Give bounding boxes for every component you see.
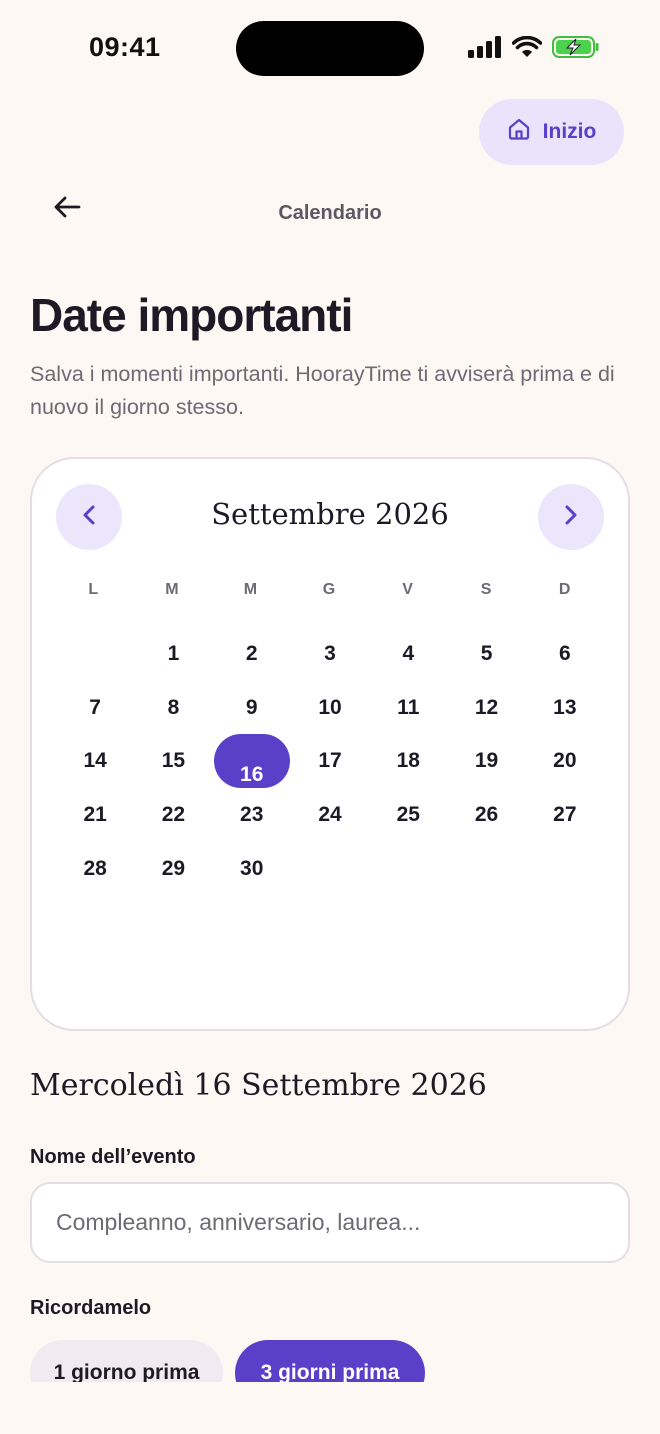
calendar-day[interactable]: 28 <box>56 842 134 896</box>
calendar-card: Settembre 2026 LMMGVSD 1 2 3 4 5 6 7 8 9 10 11 12 13… <box>30 457 630 1031</box>
calendar-day[interactable]: 29 <box>134 842 212 896</box>
calendar-day[interactable]: 15 <box>134 734 212 788</box>
next-month-button[interactable] <box>538 484 604 550</box>
calendar-day[interactable]: 12 <box>447 681 525 735</box>
calendar-day[interactable]: 24 <box>291 788 369 842</box>
home-icon <box>507 117 531 147</box>
status-icons <box>468 35 600 64</box>
calendar-day[interactable]: 27 <box>526 788 604 842</box>
reminder-options: 1 giorno prima 3 giorni prima <box>0 1330 660 1382</box>
weekday-label: M <box>243 581 258 598</box>
calendar-day[interactable]: 7 <box>56 681 134 735</box>
calendar-day[interactable]: 26 <box>447 788 525 842</box>
calendar-day[interactable]: 6 <box>526 627 604 681</box>
calendar-day[interactable]: 5 <box>447 627 525 681</box>
wifi-icon <box>511 35 543 63</box>
screen: 09:41 Inizio Calendario Date importanti … <box>0 0 660 1434</box>
calendar-day[interactable]: 2 <box>213 627 291 681</box>
weekday-label: D <box>558 581 571 598</box>
calendar-day[interactable]: 14 <box>56 734 134 788</box>
battery-charging-icon <box>552 35 600 64</box>
calendar-day[interactable]: 13 <box>526 681 604 735</box>
weekday-label: M <box>165 581 179 598</box>
calendar-day[interactable]: 10 <box>291 681 369 735</box>
calendar-day[interactable]: 20 <box>526 734 604 788</box>
calendar-day-selected[interactable]: 16 <box>213 734 291 789</box>
calendar-day[interactable]: 9 <box>213 681 291 735</box>
event-name-input[interactable] <box>30 1182 630 1263</box>
calendar-day[interactable]: 17 <box>291 734 369 788</box>
page-subtitle: Salva i momenti importanti. HoorayTime t… <box>30 362 615 419</box>
calendar-day[interactable]: 22 <box>134 788 212 842</box>
weekday-label: S <box>480 581 492 598</box>
days-grid: 1 2 3 4 5 6 7 8 9 10 11 12 13 14 15 16 17 18 19 20 21 22 23 24 2… <box>56 627 604 895</box>
reminder-option-3-days[interactable]: 3 giorni prima <box>235 1340 425 1382</box>
calendar-day[interactable]: 11 <box>369 681 447 735</box>
cellular-signal-icon <box>468 36 502 63</box>
calendar-day-number: 16 <box>240 763 264 787</box>
weekday-label: G <box>322 581 336 598</box>
calendar-day[interactable]: 1 <box>134 627 212 681</box>
event-name-label: Nome dell’evento <box>30 1146 196 1168</box>
calendar-day[interactable]: 30 <box>213 842 291 896</box>
weekday-label: L <box>88 581 99 598</box>
calendar-day[interactable]: 23 <box>213 788 291 842</box>
home-button-label: Inizio <box>542 120 597 143</box>
calendar-day[interactable]: 18 <box>369 734 447 788</box>
calendar-day[interactable]: 19 <box>447 734 525 788</box>
page-title: Date importanti <box>30 289 353 341</box>
selected-date-heading: Mercoledì 16 Settembre 2026 <box>30 1068 487 1103</box>
calendar-day[interactable]: 8 <box>134 681 212 735</box>
calendar-day[interactable]: 21 <box>56 788 134 842</box>
status-time: 09:41 <box>89 32 161 62</box>
reminder-label: Ricordamelo <box>30 1297 152 1319</box>
calendar-day[interactable]: 4 <box>369 627 447 681</box>
nav-title: Calendario <box>278 202 382 224</box>
calendar-day[interactable]: 25 <box>369 788 447 842</box>
calendar-day[interactable]: 3 <box>291 627 369 681</box>
weekday-header: LMMGVSD <box>54 581 604 599</box>
chevron-right-icon <box>563 504 579 531</box>
home-button[interactable]: Inizio <box>479 99 624 165</box>
reminder-option-1-day[interactable]: 1 giorno prima <box>30 1340 223 1382</box>
weekday-label: V <box>402 581 413 598</box>
dynamic-island <box>236 21 424 76</box>
